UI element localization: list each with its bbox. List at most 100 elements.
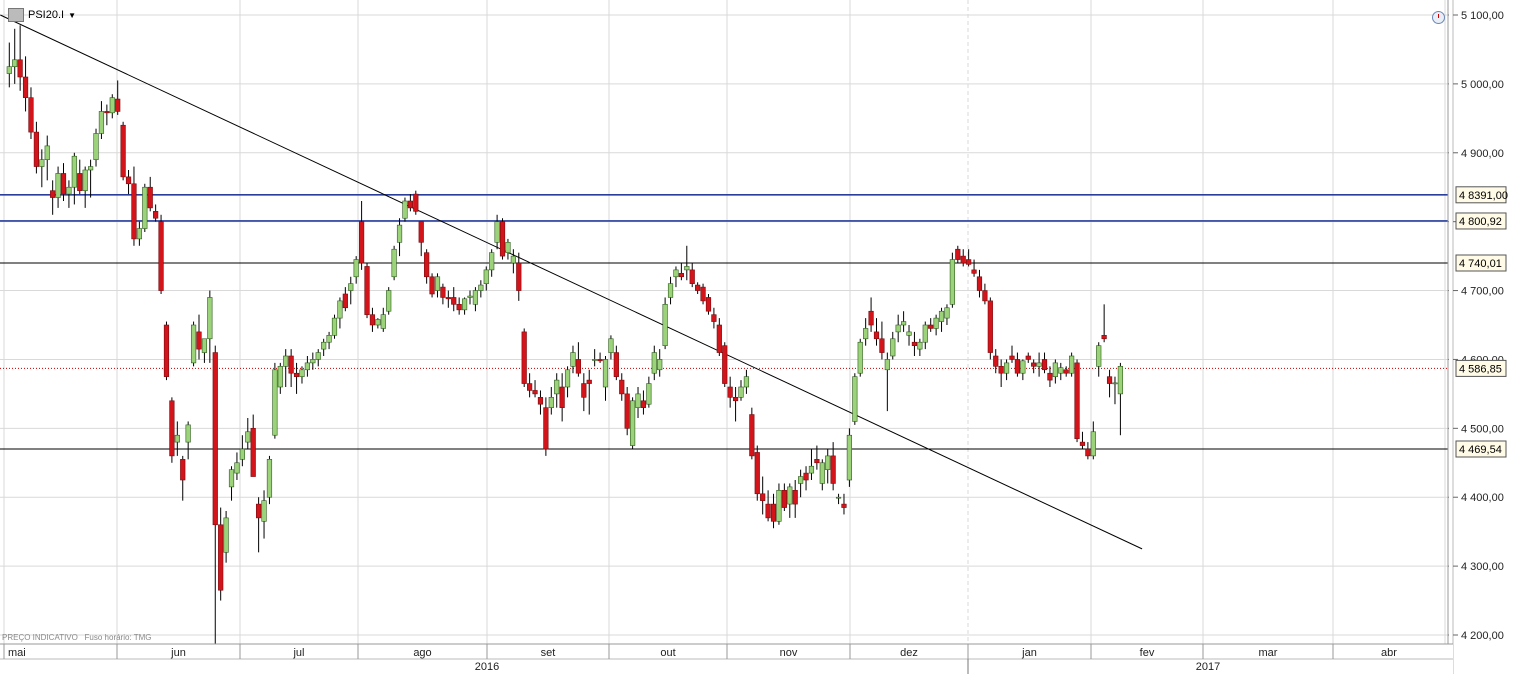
candle-body [678,273,684,278]
candle-body [478,284,484,291]
candle-body [131,183,137,240]
candle-body [527,383,533,391]
candle-body [50,190,56,198]
candle-body [66,186,72,195]
candle-body [548,397,554,408]
candle-body [196,331,202,350]
candle-body [884,359,890,371]
candle-body [966,259,972,265]
candle-body [922,324,928,343]
candle-body [207,297,213,340]
candle-body [315,352,321,360]
candle-body [256,503,262,519]
candle-body [456,304,462,311]
candle-body [846,434,852,481]
candle-body [900,321,907,326]
candle-body [570,352,576,367]
month-label: jul [292,647,304,659]
candle-body [835,496,842,499]
month-label: ago [413,647,431,659]
candle-body [277,366,283,388]
candle-body [472,290,479,305]
candle-body [234,462,240,474]
candle-body [429,276,435,295]
candle-body [732,397,739,402]
candle-body [358,221,365,264]
candle-body [180,459,186,481]
candle-body [662,304,668,346]
candle-body [109,97,115,114]
month-label: jan [1021,647,1037,659]
candle-body [120,124,126,178]
candle-body [765,503,771,519]
candle-body [169,400,175,457]
candle-body [1058,367,1064,374]
y-tick-label: 4 700,00 [1461,286,1504,298]
month-label: out [660,647,675,659]
candle-body [695,284,701,291]
candle-body [158,221,164,291]
chart-settings-icon[interactable] [8,8,24,22]
candle-body [976,276,983,291]
candle-body [689,269,695,284]
candle-body [532,390,538,395]
candle-body [60,173,67,195]
candle-body [218,524,224,591]
candle-body [998,366,1004,374]
candlestick-chart: 5 100,005 000,004 900,004 800,004 700,00… [0,0,1533,674]
candle-body [1020,360,1026,374]
candle-body [1036,362,1042,367]
candle-body [93,133,99,160]
candle-body [266,459,273,498]
candle-body [321,341,327,350]
caret-down-icon[interactable]: ▼ [68,11,76,20]
candle-body [955,248,961,260]
candle-body [212,352,218,526]
candle-body [928,324,934,329]
candle-body [841,503,847,508]
candle-body [657,359,663,371]
candle-body [738,386,744,398]
candle-body [489,252,495,271]
candle-body [418,221,424,243]
candle-body [906,331,912,336]
candle-body [136,228,142,240]
candle-body [147,186,153,209]
candle-body [982,290,988,302]
symbol-toolbar[interactable]: PSI20.I ▼ [8,8,76,22]
candle-body [879,338,885,353]
grid [0,0,1448,644]
candle-body [749,414,755,457]
candle-body [776,490,782,522]
candle-body [364,266,370,315]
candle-body [857,341,863,374]
candle-body [516,262,522,291]
candle-body [1096,345,1102,367]
candle-body [917,341,923,350]
candle-body [348,283,354,291]
candle-body [1025,355,1031,360]
candle-body [944,307,950,319]
candle-body [396,224,403,243]
candle-body [223,517,229,553]
candle-body [602,359,609,388]
candle-body [651,352,657,374]
candle-body [971,269,977,274]
candle-body [1106,376,1113,384]
clock-icon[interactable] [1432,11,1445,24]
symbol-name: PSI20.I [28,9,65,21]
candle-body [245,431,251,443]
candle-body [624,393,630,429]
candle-body [868,310,874,326]
candle-body [369,314,376,326]
month-label: set [541,647,556,659]
month-label: fev [1140,647,1155,659]
candle-body [386,290,392,312]
candle-body [586,379,592,384]
year-label: 2016 [475,661,499,673]
candle-body [380,314,386,329]
candle-body [304,362,311,371]
candle-body [12,59,18,67]
candle-body [592,359,598,361]
candle-body [483,269,489,284]
